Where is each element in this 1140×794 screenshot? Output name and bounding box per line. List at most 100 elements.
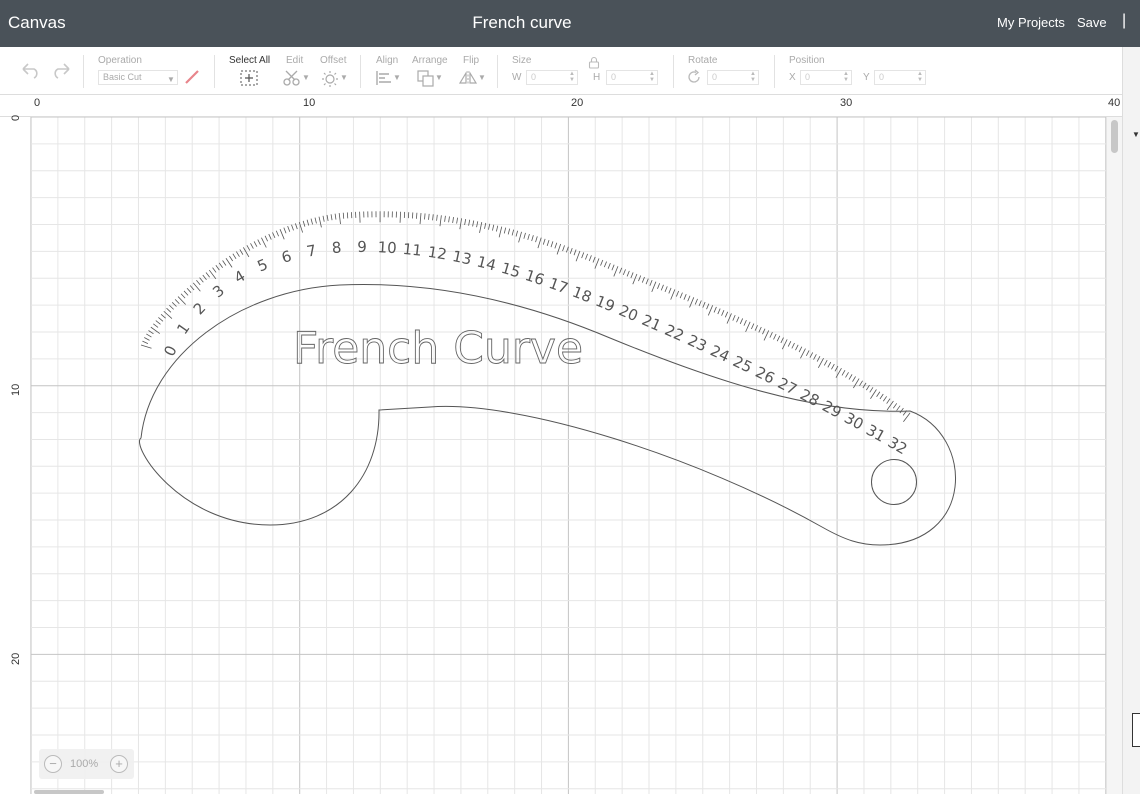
my-projects-link[interactable]: My Projects <box>997 15 1065 30</box>
scale-tick <box>515 230 519 237</box>
offset-icon[interactable] <box>321 70 339 88</box>
scale-tick <box>588 255 592 262</box>
scale-tick <box>841 370 846 376</box>
scale-tick <box>852 376 856 382</box>
scale-tick <box>780 337 784 344</box>
vertical-scrollbar[interactable] <box>1106 117 1122 794</box>
arrange-icon[interactable] <box>417 70 435 88</box>
redo-icon[interactable] <box>50 61 72 79</box>
scale-number: 3 <box>209 281 228 301</box>
width-stepper-icon[interactable]: ▲ ▼ <box>569 71 575 83</box>
operation-color-swatch[interactable] <box>183 68 201 86</box>
flip-label: Flip <box>463 55 480 66</box>
size-label: Size <box>512 55 532 66</box>
scale-tick <box>314 217 317 224</box>
edit-scissors-icon[interactable] <box>282 69 302 87</box>
height-stepper-icon[interactable]: ▲ ▼ <box>649 71 655 83</box>
scale-tick <box>594 258 600 269</box>
design-canvas[interactable]: 0 1 2 3 4 5 6 7 8 9 10 11 12 13 14 15 16 17 18 19 20 21 22 23 24… <box>0 95 1122 794</box>
scale-tick <box>816 356 821 362</box>
document-title: French curve <box>472 13 572 32</box>
scale-tick <box>338 213 341 225</box>
operation-select[interactable]: Basic Cut ▼ <box>98 70 178 85</box>
layers-panel-edge: ▼ <box>1122 47 1140 794</box>
zoom-out-button[interactable]: − <box>44 755 62 773</box>
zoom-in-button[interactable]: + <box>110 755 128 773</box>
scroll-thumb[interactable] <box>1111 120 1118 153</box>
topbar-separator: | <box>1122 12 1127 29</box>
panel-expand-icon[interactable]: ▼ <box>1132 130 1140 139</box>
panel-tab[interactable] <box>1132 713 1140 747</box>
scale-number: 7 <box>305 241 318 260</box>
scale-tick <box>645 278 649 285</box>
scale-tick <box>687 295 691 302</box>
scale-tick <box>468 219 471 226</box>
scale-tick <box>158 317 164 322</box>
scale-tick <box>257 239 261 246</box>
scale-tick <box>754 325 758 331</box>
align-icon[interactable] <box>375 70 393 86</box>
scale-tick <box>495 225 499 232</box>
scale-tick <box>275 230 279 237</box>
scale-tick <box>186 287 192 293</box>
operation-label: Operation <box>98 55 142 66</box>
lock-icon[interactable] <box>588 56 600 69</box>
scale-tick <box>622 269 626 276</box>
scale-tick <box>592 256 596 263</box>
scale-tick <box>573 249 577 256</box>
hanging-hole[interactable] <box>871 459 917 505</box>
french-curve-design[interactable]: 012345 6 7 8 9 10 11 12 13 14 15 16 17 18192021222324… <box>0 95 1106 794</box>
scale-tick <box>428 213 430 220</box>
scale-tick <box>575 250 581 262</box>
rotate-stepper-icon[interactable]: ▲ ▼ <box>750 71 756 83</box>
chevron-down-icon: ▼ <box>393 73 401 82</box>
chevron-down-icon: ▼ <box>478 73 486 82</box>
y-stepper-icon[interactable]: ▲ ▼ <box>917 71 923 83</box>
left-ruler: 0 10 20 <box>0 115 31 794</box>
scale-tick <box>683 294 687 300</box>
top-ruler: 0 10 20 30 40 <box>0 95 1122 117</box>
scale-tick <box>823 359 828 366</box>
position-x-value: 0 <box>805 72 811 82</box>
scale-tick <box>166 307 172 313</box>
scale-tick <box>876 391 881 397</box>
scale-tick <box>264 235 269 242</box>
scale-tick <box>769 332 773 338</box>
scale-number: 2 <box>190 299 210 318</box>
x-stepper-icon[interactable]: ▲ ▼ <box>843 71 849 83</box>
scale-tick <box>882 396 888 402</box>
scale-tick <box>424 213 426 220</box>
scale-tick <box>174 299 180 304</box>
size-w-letter: W <box>512 72 522 83</box>
save-button[interactable]: Save <box>1077 15 1107 30</box>
scale-tick <box>153 323 159 328</box>
undo-icon[interactable] <box>20 61 42 79</box>
scale-number: 29 <box>819 397 844 422</box>
scale-tick <box>215 264 220 271</box>
zoom-level: 100% <box>70 758 99 770</box>
scale-tick <box>306 219 310 226</box>
scale-number: 23 <box>685 331 710 355</box>
scale-tick <box>298 221 304 233</box>
scale-tick <box>638 275 642 282</box>
scale-tick <box>222 260 227 266</box>
select-all-icon[interactable] <box>239 69 259 87</box>
scale-tick <box>657 283 661 289</box>
scale-number: 30 <box>841 409 866 434</box>
scale-tick <box>791 342 795 349</box>
scale-tick <box>326 214 329 221</box>
scale-tick <box>322 215 325 222</box>
scale-tick <box>899 407 904 414</box>
scale-tick <box>268 233 272 240</box>
scale-tick <box>758 326 762 333</box>
horizontal-scrollbar[interactable] <box>34 790 104 794</box>
scale-tick <box>287 226 291 232</box>
align-label: Align <box>376 55 399 66</box>
scale-number: 4 <box>231 267 248 287</box>
flip-icon[interactable] <box>458 70 478 86</box>
design-title-text[interactable]: French Curve <box>293 323 584 375</box>
rotate-label: Rotate <box>688 55 718 66</box>
scale-tick <box>859 380 863 387</box>
scale-tick <box>542 238 546 245</box>
scale-tick <box>535 236 538 243</box>
